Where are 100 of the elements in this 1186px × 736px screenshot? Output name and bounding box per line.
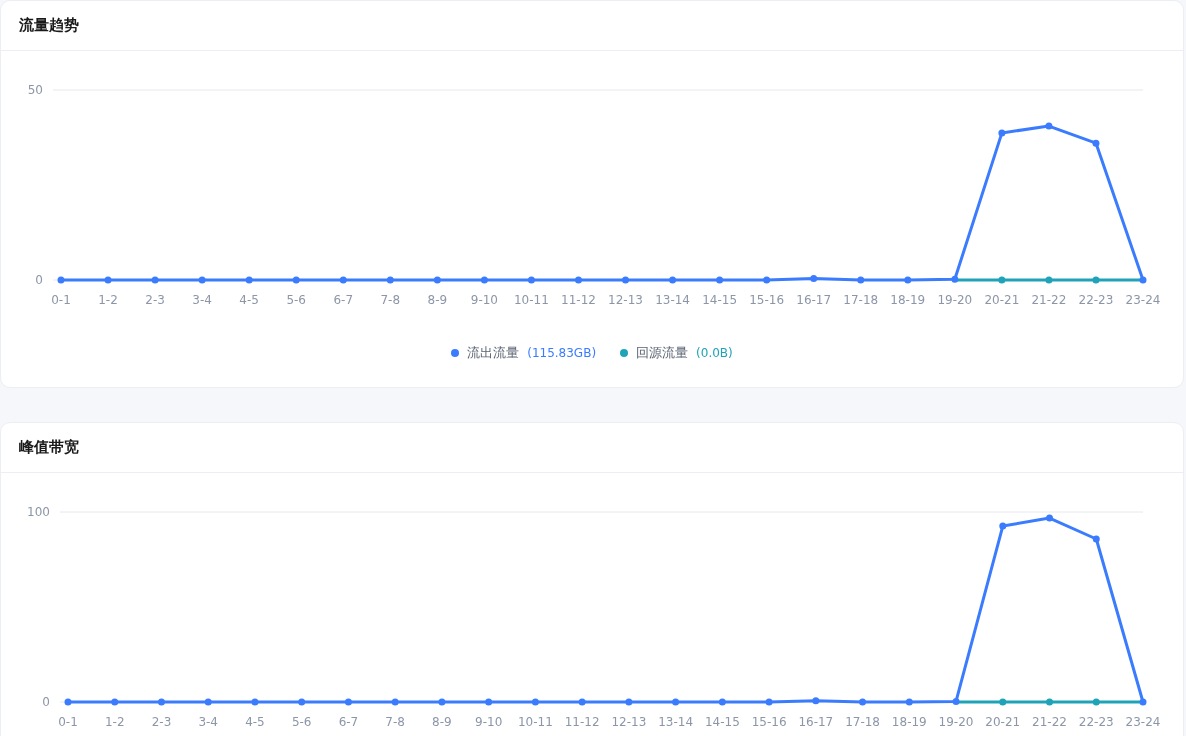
data-point	[1046, 514, 1053, 522]
legend-value: (115.83GB)	[527, 346, 597, 360]
legend-label[interactable]: 回源流量	[636, 344, 689, 362]
data-point	[1046, 698, 1053, 706]
y-tick-label: 100	[27, 505, 50, 519]
data-point	[104, 276, 112, 284]
data-point	[391, 698, 399, 706]
data-point	[527, 276, 535, 284]
data-point	[344, 698, 352, 706]
data-point	[485, 698, 493, 706]
data-point	[251, 698, 259, 706]
data-point	[672, 698, 680, 706]
x-tick-label: 18-19	[891, 715, 927, 729]
data-point	[812, 697, 820, 705]
x-tick-label: 8-9	[432, 715, 452, 729]
x-tick-label: 12-13	[611, 715, 647, 729]
y-tick-label: 0	[42, 695, 50, 709]
x-tick-label: 3-4	[192, 293, 212, 307]
x-tick-label: 12-13	[608, 293, 643, 307]
data-point	[480, 276, 488, 284]
x-tick-label: 4-5	[239, 293, 259, 307]
x-tick-label: 13-14	[655, 293, 690, 307]
data-point	[857, 276, 865, 284]
card-title: 流量趋势	[19, 16, 79, 35]
data-point	[998, 129, 1006, 137]
x-tick-label: 19-20	[938, 715, 974, 729]
x-tick-label: 10-11	[517, 715, 553, 729]
data-point	[64, 698, 72, 706]
y-tick-label: 0	[35, 273, 43, 287]
data-point	[198, 276, 206, 284]
x-tick-label: 10-11	[514, 293, 549, 307]
x-tick-label: 14-15	[702, 293, 738, 307]
x-tick-label: 7-8	[380, 293, 401, 307]
x-tick-label: 21-22	[1031, 293, 1067, 307]
x-tick-label: 0-1	[58, 715, 78, 729]
x-tick-label: 11-12	[564, 715, 600, 729]
data-point	[438, 698, 446, 706]
data-point	[999, 522, 1007, 530]
x-tick-label: 17-18	[845, 715, 880, 729]
data-point	[245, 276, 253, 284]
data-point	[151, 276, 159, 284]
data-point	[718, 698, 726, 706]
x-tick-label: 9-10	[470, 293, 498, 307]
data-point	[904, 276, 912, 284]
data-point	[999, 698, 1007, 706]
x-tick-label: 18-19	[890, 293, 926, 307]
data-point	[158, 698, 165, 706]
x-tick-label: 3-4	[198, 715, 218, 729]
data-point	[433, 276, 441, 284]
data-point	[204, 698, 212, 706]
data-point	[1092, 535, 1100, 543]
data-point	[998, 276, 1006, 284]
x-tick-label: 15-16	[751, 715, 787, 729]
x-tick-label: 20-21	[984, 293, 1020, 307]
data-point	[57, 276, 65, 284]
data-point	[1092, 139, 1100, 147]
x-tick-label: 14-15	[704, 715, 740, 729]
x-tick-label: 22-23	[1078, 293, 1114, 307]
data-point	[625, 698, 633, 706]
x-tick-label: 1-2	[104, 715, 125, 729]
data-point	[1092, 276, 1100, 284]
x-tick-label: 6-7	[338, 715, 359, 729]
x-tick-label: 0-1	[51, 293, 71, 307]
data-point	[1092, 698, 1100, 706]
data-point	[951, 275, 959, 283]
x-tick-label: 7-8	[385, 715, 405, 729]
x-tick-label: 16-17	[798, 715, 834, 729]
x-tick-label: 11-12	[561, 293, 596, 307]
data-point	[669, 276, 677, 284]
data-point	[716, 276, 724, 284]
data-point	[575, 276, 582, 284]
x-tick-label: 21-22	[1032, 715, 1067, 729]
x-tick-label: 13-14	[658, 715, 694, 729]
y-tick-label: 50	[27, 83, 43, 97]
x-tick-label: 1-2	[98, 293, 118, 307]
data-point	[765, 698, 773, 706]
data-point	[763, 276, 771, 284]
x-tick-label: 23-24	[1125, 293, 1161, 307]
x-tick-label: 16-17	[796, 293, 832, 307]
x-tick-label: 22-23	[1078, 715, 1114, 729]
data-point	[1045, 122, 1053, 130]
x-tick-label: 9-10	[475, 715, 503, 729]
x-tick-label: 23-24	[1125, 715, 1161, 729]
card-title: 峰值带宽	[19, 438, 79, 457]
x-tick-label: 5-6	[286, 293, 306, 307]
data-point	[386, 276, 394, 284]
data-point	[111, 698, 119, 706]
data-point	[622, 276, 629, 284]
data-point	[531, 698, 539, 706]
x-tick-label: 8-9	[427, 293, 448, 307]
data-point	[298, 698, 306, 706]
data-point	[859, 698, 867, 706]
legend-label[interactable]: 流出流量	[467, 344, 520, 362]
x-tick-label: 2-3	[145, 293, 165, 307]
data-point	[952, 697, 960, 705]
x-tick-label: 5-6	[291, 715, 312, 729]
x-tick-label: 6-7	[333, 293, 354, 307]
data-point	[810, 275, 818, 282]
data-point	[292, 276, 300, 284]
x-tick-label: 19-20	[937, 293, 973, 307]
